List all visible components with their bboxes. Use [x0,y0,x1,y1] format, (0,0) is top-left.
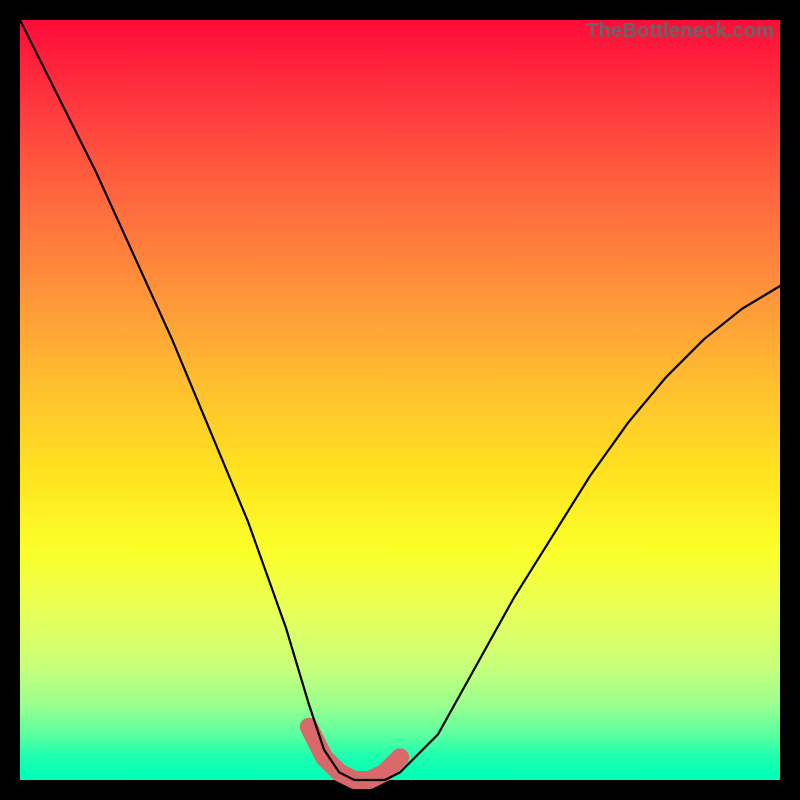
chart-frame: TheBottleneck.com [0,0,800,800]
valley-band-path [309,727,400,780]
plot-area: TheBottleneck.com [20,20,780,780]
curve-svg [20,20,780,780]
bottleneck-curve-path [20,20,780,780]
